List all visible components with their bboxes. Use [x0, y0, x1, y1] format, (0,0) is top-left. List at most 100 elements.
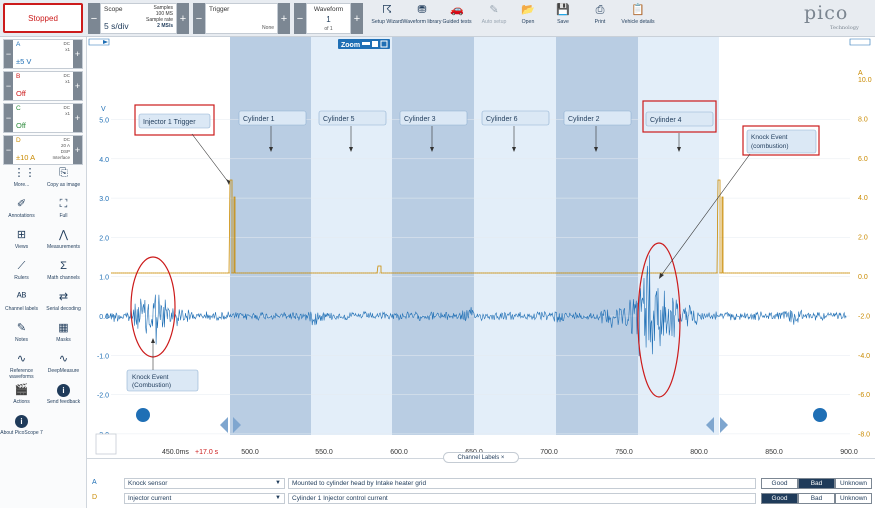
toolbar-button-0[interactable]: ☈ Setup Wizard	[367, 3, 407, 25]
channel-coupling[interactable]: DC	[64, 73, 71, 78]
rating-bad-button[interactable]: Bad	[798, 493, 835, 504]
channel-probe[interactable]: 20 A	[61, 143, 70, 148]
scroll-right-icon[interactable]	[720, 417, 728, 433]
cylinder-band	[311, 37, 392, 435]
ruler-handle-right[interactable]	[813, 408, 827, 422]
toolbar-button-7[interactable]: 📋 Vehicle details	[618, 3, 658, 25]
scroll-left-icon[interactable]	[220, 417, 228, 433]
channel-b-control[interactable]: − + B DC x1 Off	[3, 71, 83, 101]
channel-coupling[interactable]: DC	[64, 137, 71, 142]
rating-unknown-button[interactable]: Unknown	[835, 478, 872, 489]
toolbar-button-2[interactable]: 🚗 Guided tests	[437, 3, 477, 25]
tool-channel-labels[interactable]: ᴬᴮ Channel labels	[0, 291, 43, 312]
tool-rulers[interactable]: ⟋ Rulers	[0, 260, 43, 281]
tool-annotations[interactable]: ✐ Annotations	[0, 198, 43, 219]
trigger-mode[interactable]: None	[262, 25, 274, 31]
ruler-handle-left[interactable]	[136, 408, 150, 422]
channel-range[interactable]: ±10 A	[16, 153, 35, 162]
channel-a-increase-button[interactable]: +	[73, 40, 82, 68]
run-stop-button[interactable]: Stopped	[3, 3, 83, 33]
channel-dsp[interactable]: DSP	[61, 149, 70, 154]
tool-math-channels[interactable]: Σ Math channels	[42, 260, 85, 281]
cylinder-label: Cylinder 1	[243, 116, 275, 123]
timebase-increase-button[interactable]: +	[177, 3, 189, 34]
channel-probe[interactable]: x1	[65, 79, 70, 84]
deepmeasure-icon: ∿	[58, 353, 69, 365]
trigger-decrease-button[interactable]: −	[193, 3, 205, 34]
tool-label: Masks	[56, 337, 71, 343]
channel-range[interactable]: Off	[16, 89, 26, 98]
label-description-input[interactable]: Mounted to cylinder head by Intake heate…	[288, 478, 756, 489]
tool-actions[interactable]: 🎬 Actions	[0, 384, 43, 405]
rating-good-button[interactable]: Good	[761, 493, 798, 504]
zoom-overlay[interactable]: Zoom	[338, 39, 390, 49]
rating-good-button[interactable]: Good	[761, 478, 798, 489]
injector-arrow	[191, 133, 230, 184]
channel-name: D	[16, 137, 21, 144]
tool-copy-image[interactable]: ⎘ Copy as image	[42, 167, 85, 188]
tool-views[interactable]: ⊞ Views	[0, 229, 43, 250]
tool-serial-decoding[interactable]: ⇄ Serial decoding	[42, 291, 85, 312]
channel-a-control[interactable]: − + A DC x1 ±5 V	[3, 39, 83, 69]
timebase-value[interactable]: 5 s/div	[104, 21, 129, 31]
toolbar-button-6[interactable]: ⎙ Print	[580, 3, 620, 25]
label-description-input[interactable]: Cylinder 1 Injector control current	[288, 493, 756, 504]
tool-send-feedback[interactable]: i Send feedback	[42, 384, 85, 405]
channel-range[interactable]: ±5 V	[16, 57, 31, 66]
channel-probe[interactable]: x1	[65, 47, 70, 52]
toolbar-button-5[interactable]: 💾 Save	[543, 3, 583, 25]
scope-plot[interactable]: 5.04.03.02.01.00.0-1.0-2.0-3.0V10.08.06.…	[87, 37, 875, 457]
channel-interface[interactable]: Interface	[52, 155, 70, 160]
waveform-control[interactable]: Waveform 1 of 1	[306, 3, 351, 34]
tool-masks[interactable]: ▦ Masks	[42, 322, 85, 343]
tool-fullscreen[interactable]: ⛶ Full	[42, 198, 85, 219]
channel-c-increase-button[interactable]: +	[73, 104, 82, 132]
trigger-control[interactable]: Trigger None	[205, 3, 278, 34]
trigger-increase-button[interactable]: +	[278, 3, 290, 34]
measurements-icon: ⋀	[58, 229, 69, 241]
toolbar-button-4[interactable]: 📂 Open	[508, 3, 548, 25]
channel-a-decrease-button[interactable]: −	[4, 40, 13, 68]
channel-coupling[interactable]: DC	[64, 41, 71, 46]
channel-b-increase-button[interactable]: +	[73, 72, 82, 100]
channel-labels-tab[interactable]: Channel Labels ×	[443, 452, 519, 463]
tool-more-grid[interactable]: ⋮⋮ More...	[0, 167, 43, 188]
waveform-current[interactable]: 1	[307, 15, 350, 24]
channel-d-decrease-button[interactable]: −	[4, 136, 13, 164]
channel-d-increase-button[interactable]: +	[73, 136, 82, 164]
waveform-next-button[interactable]: +	[351, 3, 363, 34]
tool-notes[interactable]: ✎ Notes	[0, 322, 43, 343]
sensor-select[interactable]: Injector current ▼	[124, 493, 285, 504]
cylinder-band	[474, 37, 556, 435]
sample-rate-value[interactable]: 2 MS/s	[146, 23, 173, 29]
tool-deepmeasure[interactable]: ∿ DeepMeasure	[42, 353, 85, 374]
end-marker[interactable]	[849, 38, 871, 46]
rating-unknown-button[interactable]: Unknown	[835, 493, 872, 504]
channel-probe[interactable]: x1	[65, 111, 70, 116]
minimize-icon[interactable]	[362, 42, 370, 45]
tool-reference-waveforms[interactable]: ∿ Reference waveforms	[0, 353, 43, 380]
y-right-tick: -2.0	[858, 313, 870, 320]
channel-range[interactable]: Off	[16, 121, 26, 130]
channel-d-control[interactable]: − + D DC 20 A DSP Interface ±10 A	[3, 135, 83, 165]
channel-c-control[interactable]: − + C DC x1 Off	[3, 103, 83, 133]
tool-about[interactable]: i About PicoScope 7	[0, 415, 43, 436]
scope-control[interactable]: Scope 5 s/div Samples 100 MS Sample rate…	[100, 3, 177, 34]
close-icon[interactable]: ×	[501, 455, 505, 461]
toolbar-button-1[interactable]: ⛃ Waveform library	[402, 3, 442, 25]
save-icon: 💾	[556, 4, 570, 16]
channel-b-decrease-button[interactable]: −	[4, 72, 13, 100]
scope-view[interactable]: 5.04.03.02.01.00.0-1.0-2.0-3.0V10.08.06.…	[87, 37, 875, 457]
y-right-tick: 6.0	[858, 156, 868, 163]
channel-coupling[interactable]: DC	[64, 105, 71, 110]
scroll-thumbnail[interactable]	[95, 433, 117, 455]
sensor-select[interactable]: Knock sensor ▼	[124, 478, 285, 489]
channel-c-decrease-button[interactable]: −	[4, 104, 13, 132]
timebase-decrease-button[interactable]: −	[88, 3, 100, 34]
restore-icon[interactable]	[372, 41, 378, 47]
waveform-prev-button[interactable]: −	[294, 3, 306, 34]
rating-bad-button[interactable]: Bad	[798, 478, 835, 489]
tool-measurements[interactable]: ⋀ Measurements	[42, 229, 85, 250]
x-tick: 800.0	[690, 449, 708, 456]
toolbar-label: Waveform library	[402, 19, 442, 25]
